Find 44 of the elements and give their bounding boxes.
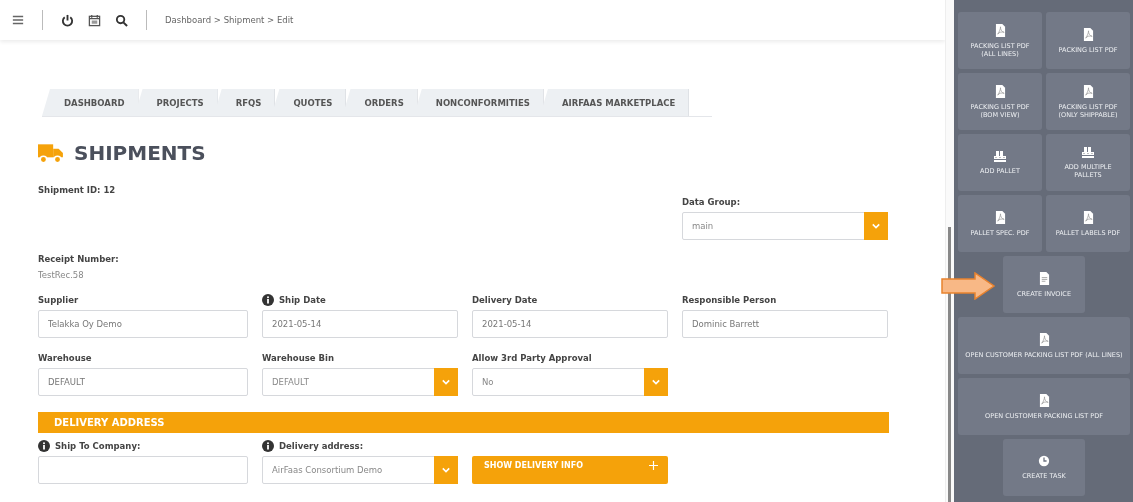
pdf-file-icon (1082, 84, 1094, 98)
pdf-file-icon (994, 84, 1006, 98)
input-field[interactable]: Telakka Oy Demo (38, 310, 248, 338)
pdf-file-icon (994, 210, 1006, 224)
clock-icon (1038, 455, 1050, 467)
breadcrumb[interactable]: Dashboard > Shipment > Edit (165, 15, 294, 25)
calendar-icon (88, 13, 101, 27)
tab[interactable]: ORDERS (342, 89, 418, 116)
field-label: Warehouse Bin (262, 353, 334, 363)
field-label: Ship Date (279, 295, 326, 305)
power-icon (61, 13, 74, 27)
pdf-file-icon (1038, 393, 1050, 407)
field-label: Ship To Company: (55, 441, 141, 451)
pdf-file-icon (994, 23, 1006, 37)
input-field[interactable] (38, 456, 248, 484)
field-label: Delivery address: (279, 441, 364, 451)
field-label: Data Group: (682, 197, 741, 207)
input-field[interactable]: 2021-05-14 (262, 310, 458, 338)
input-field[interactable]: 2021-05-14 (472, 310, 668, 338)
field-label: Warehouse (38, 353, 92, 363)
field-label: Receipt Number: (38, 254, 120, 264)
plus-icon (649, 460, 658, 470)
receipt-value: TestRec.58 (38, 270, 85, 280)
scrollbar-thumb[interactable] (948, 227, 951, 502)
search-icon (115, 13, 128, 27)
pdf-file-icon (1082, 210, 1094, 224)
tab[interactable]: DASHBOARD (42, 89, 139, 116)
page-title: SHIPMENTS (74, 141, 206, 165)
pallet-icon (1081, 146, 1095, 158)
pallet-icon (993, 150, 1007, 162)
field-label: Delivery Date (472, 295, 538, 305)
shipment-id: Shipment ID: 12 (38, 185, 117, 195)
pdf-file-icon (1038, 332, 1050, 346)
document-icon (1038, 271, 1050, 285)
field-label: Supplier (38, 295, 79, 305)
input-field[interactable]: DEFAULT (38, 368, 248, 396)
pdf-file-icon (1082, 27, 1094, 41)
menu-icon (12, 14, 24, 26)
field-label: Allow 3rd Party Approval (472, 353, 592, 363)
field-label: Responsible Person (682, 295, 777, 305)
tab[interactable]: QUOTES (271, 89, 347, 116)
truck-icon (38, 142, 64, 164)
input-field[interactable]: Dominic Barrett (682, 310, 888, 338)
section-header: DELIVERY ADDRESS (38, 412, 889, 433)
